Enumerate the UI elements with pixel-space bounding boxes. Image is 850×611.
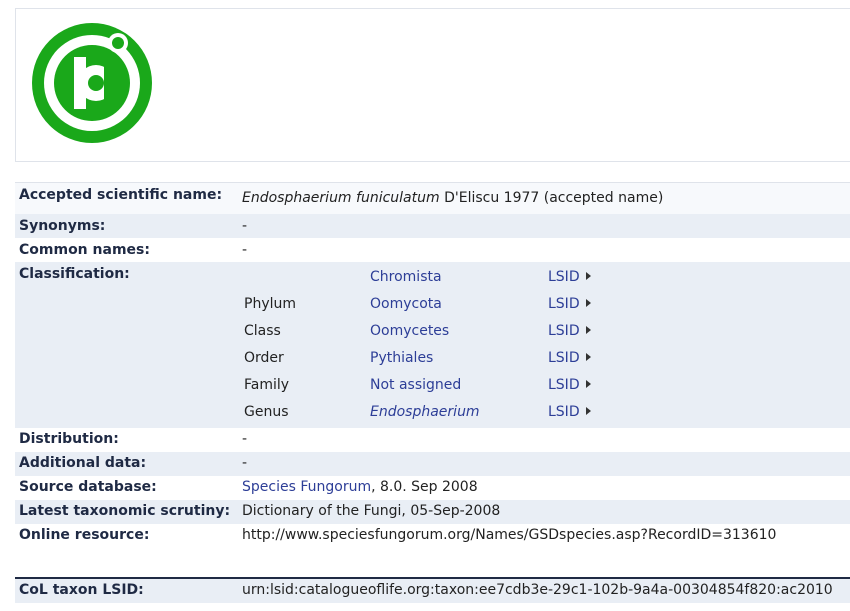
value-additional-data: - bbox=[242, 455, 248, 471]
row-synonyms: Synonyms: - bbox=[15, 214, 850, 238]
value-source-database: Species Fungorum, 8.0. Sep 2008 bbox=[242, 479, 478, 495]
row-source-database: Source database: Species Fungorum, 8.0. … bbox=[15, 476, 850, 500]
row-latest-scrutiny: Latest taxonomic scrutiny: Dictionary of… bbox=[15, 500, 850, 524]
rank-label: Order bbox=[244, 350, 284, 366]
play-arrow-icon bbox=[585, 326, 591, 334]
label-synonyms: Synonyms: bbox=[19, 218, 106, 234]
accepted-authority: D'Eliscu 1977 (accepted name) bbox=[444, 190, 664, 206]
play-arrow-icon bbox=[585, 272, 591, 280]
label-col-lsid: CoL taxon LSID: bbox=[19, 582, 144, 598]
rank-label: Family bbox=[244, 377, 290, 393]
rank-label: Class bbox=[244, 323, 281, 339]
cabi-logo-icon bbox=[32, 23, 152, 143]
taxon-link-not-assigned[interactable]: Not assigned bbox=[370, 377, 461, 393]
lsid-label: LSID bbox=[548, 323, 580, 339]
header-banner bbox=[15, 8, 850, 162]
lsid-label: LSID bbox=[548, 269, 580, 285]
play-arrow-icon bbox=[585, 353, 591, 361]
row-additional-data: Additional data: - bbox=[15, 452, 850, 476]
row-accepted-name: Accepted scientific name: Endosphaerium … bbox=[15, 183, 850, 214]
taxon-link-chromista[interactable]: Chromista bbox=[370, 269, 442, 285]
source-database-link[interactable]: Species Fungorum bbox=[242, 479, 371, 495]
lsid-link[interactable]: LSID bbox=[548, 296, 591, 312]
lsid-label: LSID bbox=[548, 404, 580, 420]
row-col-lsid: CoL taxon LSID: urn:lsid:catalogueoflife… bbox=[15, 579, 850, 603]
play-arrow-icon bbox=[585, 299, 591, 307]
label-accepted-name: Accepted scientific name: bbox=[19, 187, 223, 203]
label-online-resource: Online resource: bbox=[19, 527, 150, 543]
label-distribution: Distribution: bbox=[19, 431, 119, 447]
taxon-link-oomycetes[interactable]: Oomycetes bbox=[370, 323, 449, 339]
taxon-link-oomycota[interactable]: Oomycota bbox=[370, 296, 442, 312]
online-resource-link[interactable]: http://www.speciesfungorum.org/Names/GSD… bbox=[242, 527, 776, 543]
play-arrow-icon bbox=[585, 407, 591, 415]
label-classification: Classification: bbox=[19, 266, 130, 282]
lsid-link[interactable]: LSID bbox=[548, 350, 591, 366]
lsid-label: LSID bbox=[548, 296, 580, 312]
lsid-link[interactable]: LSID bbox=[548, 323, 591, 339]
lsid-label: LSID bbox=[548, 377, 580, 393]
label-source-database: Source database: bbox=[19, 479, 157, 495]
lsid-label: LSID bbox=[548, 350, 580, 366]
value-latest-scrutiny: Dictionary of the Fungi, 05-Sep-2008 bbox=[242, 503, 501, 519]
row-distribution: Distribution: - bbox=[15, 428, 850, 452]
taxon-link-pythiales[interactable]: Pythiales bbox=[370, 350, 433, 366]
label-common-names: Common names: bbox=[19, 242, 150, 258]
row-classification: Classification: Chromista LSID Phylum Oo… bbox=[15, 262, 850, 428]
rank-label: Genus bbox=[244, 404, 289, 420]
accepted-binomial: Endosphaerium funiculatum bbox=[242, 190, 440, 206]
label-additional-data: Additional data: bbox=[19, 455, 147, 471]
rank-label: Phylum bbox=[244, 296, 297, 312]
value-common-names: - bbox=[242, 242, 248, 258]
value-distribution: - bbox=[242, 431, 248, 447]
taxon-link-endosphaerium[interactable]: Endosphaerium bbox=[370, 404, 480, 420]
row-online-resource: Online resource: http://www.speciesfungo… bbox=[15, 524, 850, 572]
row-common-names: Common names: - bbox=[15, 238, 850, 262]
play-arrow-icon bbox=[585, 380, 591, 388]
label-latest-scrutiny: Latest taxonomic scrutiny: bbox=[19, 503, 231, 519]
value-col-lsid: urn:lsid:catalogueoflife.org:taxon:ee7cd… bbox=[242, 582, 833, 598]
value-accepted-name: Endosphaerium funiculatum D'Eliscu 1977 … bbox=[242, 190, 663, 206]
lsid-link[interactable]: LSID bbox=[548, 377, 591, 393]
source-version: , 8.0. Sep 2008 bbox=[371, 479, 478, 495]
lsid-link[interactable]: LSID bbox=[548, 404, 591, 420]
lsid-link[interactable]: LSID bbox=[548, 269, 591, 285]
value-synonyms: - bbox=[242, 218, 248, 234]
